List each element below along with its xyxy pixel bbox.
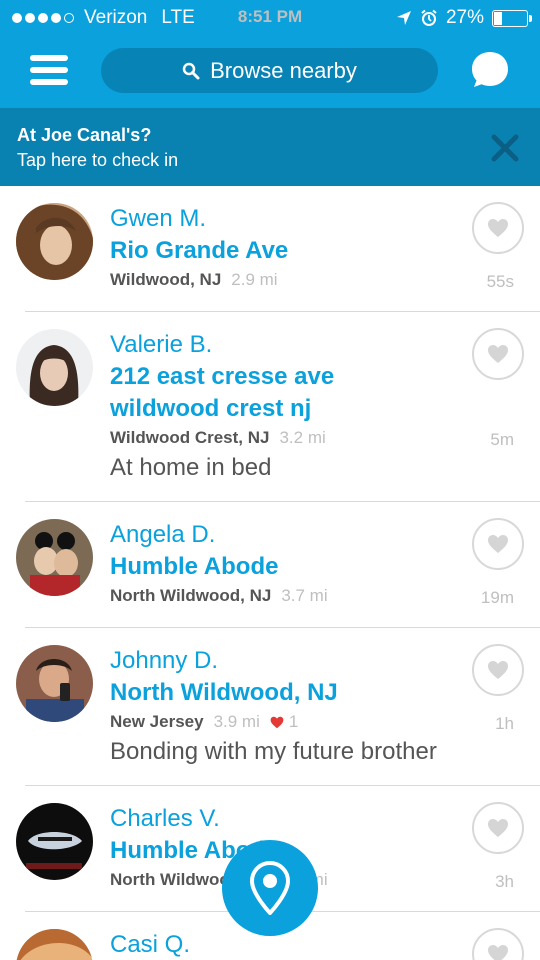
city-label: Wildwood, NJ xyxy=(110,270,222,289)
browse-nearby-button[interactable]: Browse nearby xyxy=(101,48,438,93)
status-message: At home in bed xyxy=(110,454,272,481)
feed-item[interactable]: Angela D. Humble Abode North Wildwood, N… xyxy=(0,502,540,628)
avatar[interactable] xyxy=(16,803,93,880)
time-ago: 55s xyxy=(486,272,514,291)
map-pin-icon xyxy=(250,861,290,915)
time-ago: 3h xyxy=(495,872,514,891)
browse-nearby-label: Browse nearby xyxy=(210,57,357,83)
alarm-icon xyxy=(421,9,437,26)
avatar[interactable] xyxy=(16,929,93,960)
feed-item[interactable]: Gwen M. Rio Grande Ave Wildwood, NJ 2.9 … xyxy=(0,186,540,312)
user-name: Valerie B. xyxy=(110,331,213,358)
user-name: Gwen M. xyxy=(110,205,207,232)
heart-icon xyxy=(488,535,508,553)
like-button[interactable] xyxy=(472,328,524,380)
feed-item[interactable]: Valerie B. 212 east cresse ave wildwood … xyxy=(0,312,540,502)
heart-icon xyxy=(270,716,284,728)
check-in-location-button[interactable] xyxy=(222,840,318,936)
time-ago: 5m xyxy=(490,430,514,449)
avatar[interactable] xyxy=(16,519,93,596)
feed-item[interactable]: Johnny D. North Wildwood, NJ New Jersey … xyxy=(0,628,540,786)
battery-percent: 27% xyxy=(445,7,484,28)
checkin-banner[interactable]: At Joe Canal's? Tap here to check in xyxy=(0,108,540,186)
top-bar: Verizon LTE 8:51 PM 27% Browse nearby xyxy=(0,0,540,108)
status-message: Bonding with my future brother xyxy=(110,738,437,765)
location-name: Rio Grande Ave xyxy=(110,237,289,264)
distance-label: 3.7 mi xyxy=(281,586,328,605)
close-icon[interactable] xyxy=(490,133,520,163)
heart-icon xyxy=(488,661,508,679)
avatar[interactable] xyxy=(16,329,93,406)
like-button[interactable] xyxy=(472,644,524,696)
like-button[interactable] xyxy=(472,928,524,960)
like-button[interactable] xyxy=(472,518,524,570)
status-bar: Verizon LTE 8:51 PM 27% xyxy=(0,0,540,36)
heart-icon xyxy=(488,219,508,237)
user-name: Johnny D. xyxy=(110,647,219,674)
city-label: Wildwood Crest, NJ xyxy=(110,428,270,447)
distance-label: 3.9 mi xyxy=(213,712,260,731)
distance-label: 3.2 mi xyxy=(279,428,326,447)
avatar[interactable] xyxy=(16,203,93,280)
avatar[interactable] xyxy=(16,645,93,722)
city-label: New Jersey xyxy=(110,712,204,731)
checkin-subtitle: Tap here to check in xyxy=(17,150,179,170)
location-name: wildwood crest nj xyxy=(110,395,312,422)
location-name: 212 east cresse ave xyxy=(110,363,335,390)
user-name: Casi Q. xyxy=(110,931,191,958)
like-button[interactable] xyxy=(472,802,524,854)
menu-button[interactable] xyxy=(30,52,68,88)
search-icon xyxy=(182,62,200,79)
likes-count: 1 xyxy=(270,712,298,732)
city-label: North Wildwood, NJ xyxy=(110,586,272,605)
user-name: Charles V. xyxy=(110,805,220,832)
location-name: Humble Abode xyxy=(110,553,279,580)
heart-icon xyxy=(488,345,508,363)
location-arrow-icon xyxy=(396,11,411,25)
likes-count-label: 1 xyxy=(288,712,299,731)
chat-icon[interactable] xyxy=(470,50,510,90)
time-ago: 1h xyxy=(495,714,514,733)
checkin-title: At Joe Canal's? xyxy=(17,125,152,145)
time-ago: 19m xyxy=(480,588,514,607)
heart-icon xyxy=(488,819,508,837)
like-button[interactable] xyxy=(472,202,524,254)
battery-icon xyxy=(492,9,532,27)
distance-label: 2.9 mi xyxy=(231,270,278,289)
heart-icon xyxy=(488,945,508,960)
user-name: Angela D. xyxy=(110,521,216,548)
location-name: North Wildwood, NJ xyxy=(110,679,338,706)
